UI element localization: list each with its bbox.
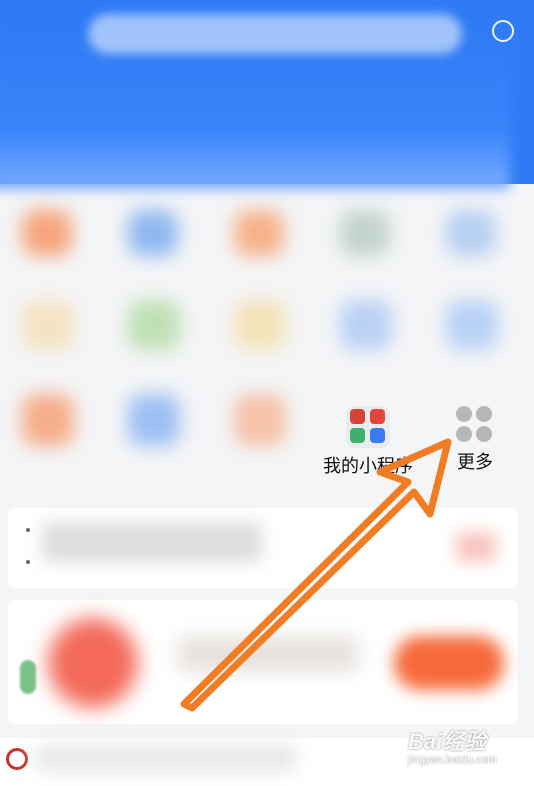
watermark-sub: jingyan.baidu.com — [408, 754, 497, 766]
baidu-watermark: Bai经验 jingyan.baidu.com — [408, 724, 514, 776]
arrow-annotation — [180, 438, 452, 712]
arrow-shape — [180, 438, 452, 712]
watermark-main: Bai经验 — [408, 729, 487, 754]
